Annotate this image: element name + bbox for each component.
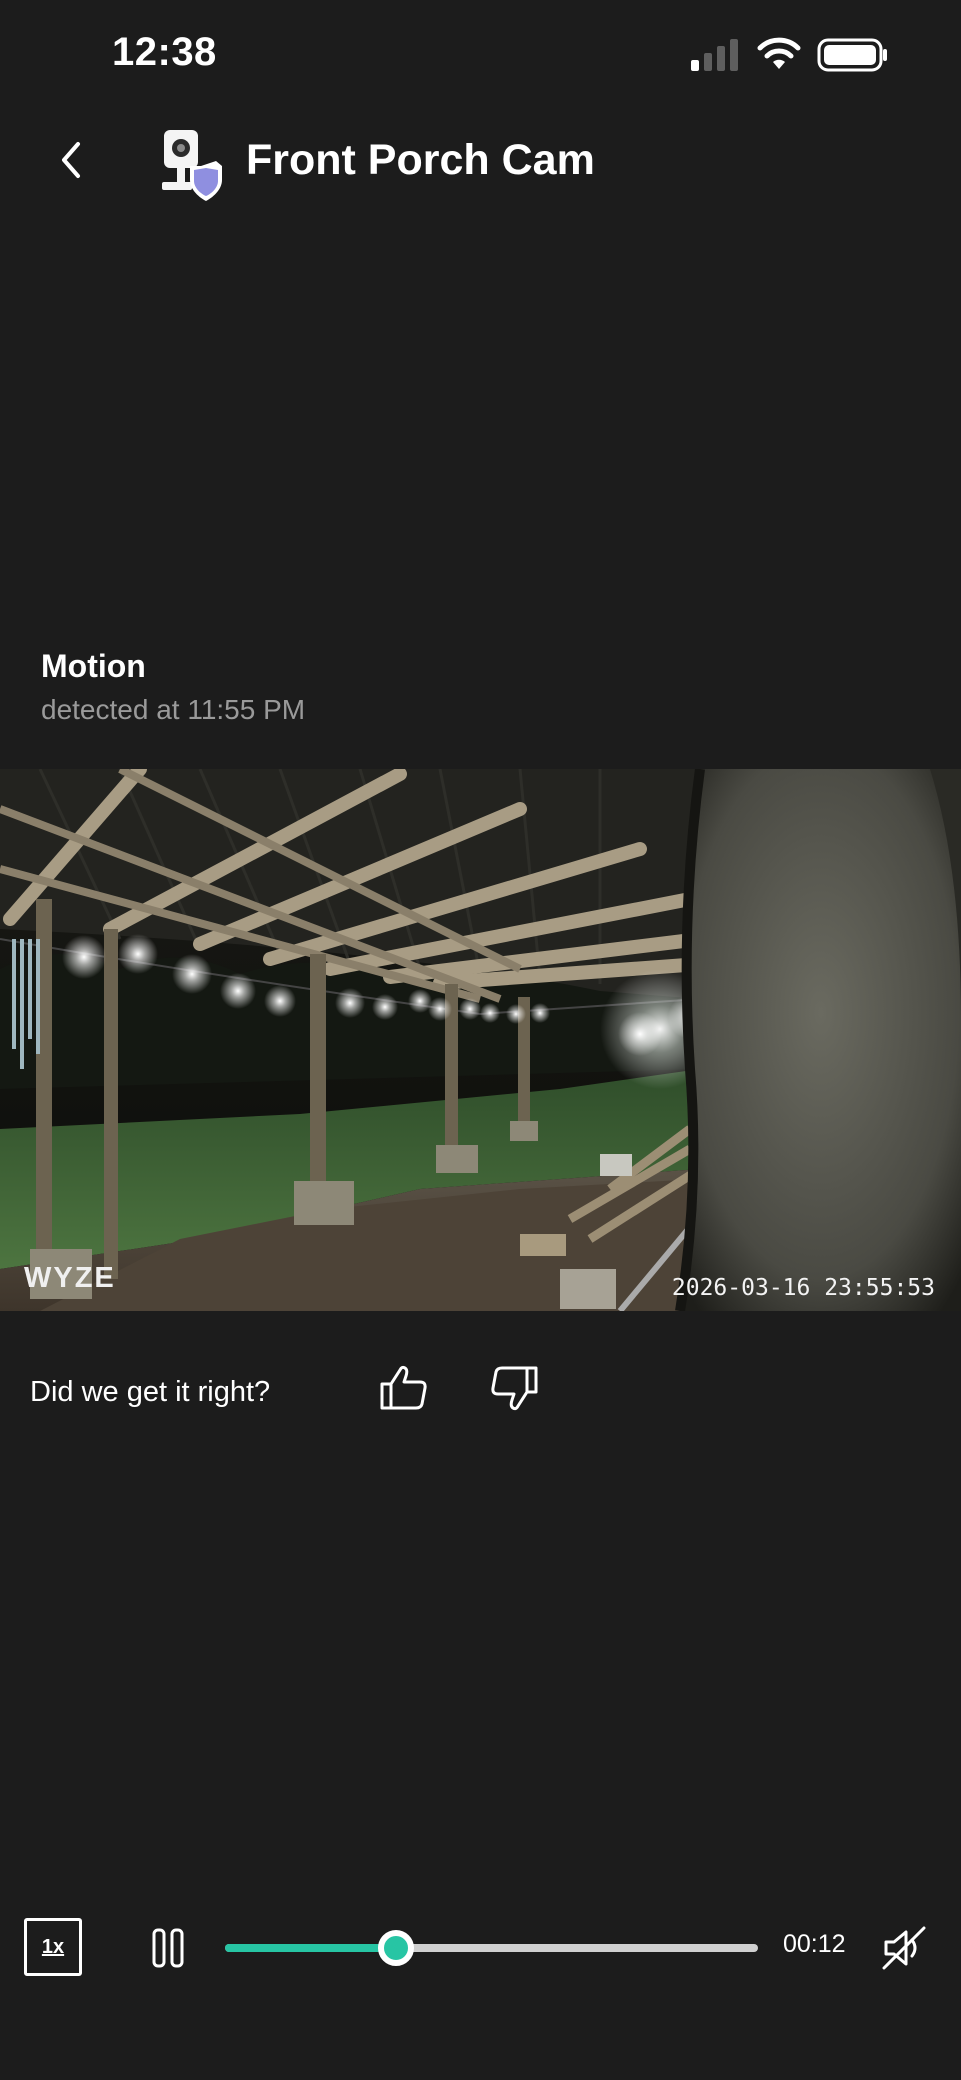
chevron-left-icon <box>62 142 80 178</box>
playback-speed-button[interactable]: 1x <box>24 1918 82 1976</box>
progress-thumb[interactable] <box>377 1930 414 1966</box>
page-title: Front Porch Cam <box>246 136 595 184</box>
wifi-icon <box>757 37 801 69</box>
video-frame-image <box>0 769 961 1311</box>
event-type: Motion <box>41 648 146 684</box>
progress-fill <box>225 1944 396 1952</box>
playback-controls: 1x 00:12 <box>0 1916 961 1980</box>
progress-track[interactable] <box>225 1930 758 1966</box>
thumbs-down-icon <box>491 1366 538 1411</box>
thumbs-down-button[interactable] <box>486 1360 542 1416</box>
video-player[interactable]: WYZE 2026-03-16 23:55:53 <box>0 769 961 1311</box>
signal-icon <box>691 39 738 71</box>
feedback-row: Did we get it right? <box>0 1360 961 1420</box>
elapsed-time: 00:12 <box>783 1930 846 1958</box>
header: Front Porch Cam <box>0 118 961 228</box>
pause-button[interactable] <box>146 1926 190 1970</box>
feedback-question: Did we get it right? <box>30 1376 271 1408</box>
back-button[interactable] <box>48 136 96 184</box>
wyze-logo: WYZE <box>24 1262 116 1294</box>
mute-icon <box>882 1926 926 1970</box>
status-bar: 12:38 <box>0 0 961 110</box>
battery-icon <box>817 38 887 72</box>
status-time: 12:38 <box>112 30 217 74</box>
thumbs-up-icon <box>380 1365 427 1410</box>
mute-button[interactable] <box>878 1922 930 1974</box>
thumbs-up-button[interactable] <box>376 1360 432 1416</box>
pause-icon <box>152 1928 184 1968</box>
video-timestamp: 2026-03-16 23:55:53 <box>671 1275 935 1301</box>
event-detected-time: detected at 11:55 PM <box>41 694 306 725</box>
security-camera-icon <box>162 130 222 201</box>
